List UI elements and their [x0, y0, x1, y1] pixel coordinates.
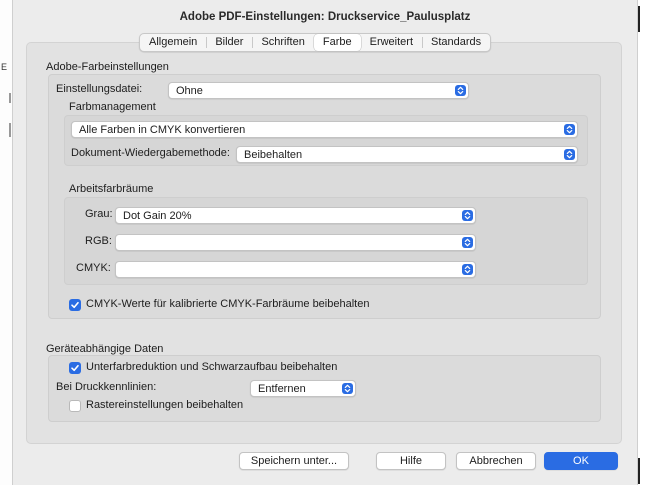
color-conversion-value: Alle Farben in CMYK konvertieren [79, 124, 246, 136]
chevron-up-down-icon [564, 124, 575, 135]
edge-mark [638, 6, 640, 32]
chevron-up-down-icon [462, 237, 473, 248]
settings-file-popup[interactable]: Ohne [168, 82, 469, 99]
edge-mark [9, 123, 11, 137]
chevron-up-down-icon [462, 210, 473, 221]
tab-schriften[interactable]: Schriften [252, 34, 313, 51]
edge-glyph: E [1, 62, 8, 72]
section-heading-working-spaces: Arbeitsfarbräume [69, 183, 154, 195]
background-window-edge-right [638, 0, 646, 485]
rgb-label: RGB: [85, 235, 112, 247]
gray-label: Grau: [85, 208, 113, 220]
pdf-settings-dialog: Adobe PDF-Einstellungen: Druckservice_Pa… [12, 0, 638, 485]
halftone-checkbox[interactable] [69, 400, 81, 412]
tab-erweitert[interactable]: Erweitert [361, 34, 422, 51]
rendering-intent-value: Beibehalten [244, 149, 303, 161]
edge-mark [638, 458, 640, 484]
ucr-label: Unterfarbreduktion und Schwarzaufbau bei… [86, 361, 338, 373]
chevron-up-down-icon [564, 149, 575, 160]
rendering-intent-label: Dokument-Wiedergabemethode: [71, 147, 230, 159]
halftone-label: Rastereinstellungen beibehalten [86, 399, 244, 411]
color-conversion-popup[interactable]: Alle Farben in CMYK konvertieren [71, 121, 578, 138]
checkmark-icon [71, 301, 79, 309]
chevron-up-down-icon [342, 383, 353, 394]
cmyk-space-popup[interactable] [115, 261, 476, 278]
rgb-space-popup[interactable] [115, 234, 476, 251]
cancel-button[interactable]: Abbrechen [456, 452, 536, 470]
section-heading-device-data: Geräteabhängige Daten [46, 343, 164, 355]
color-settings-group: Einstellungsdatei: Ohne Farbmanagement A… [48, 74, 601, 319]
chevron-up-down-icon [462, 264, 473, 275]
device-data-group: Unterfarbreduktion und Schwarzaufbau bei… [48, 355, 601, 422]
tab-content-panel: Adobe-Farbeinstellungen Einstellungsdate… [26, 42, 622, 444]
settings-file-value: Ohne [176, 85, 203, 97]
preserve-cmyk-checkbox[interactable] [69, 299, 81, 311]
transfer-label: Bei Druckkennlinien: [56, 381, 157, 393]
gray-space-popup[interactable]: Dot Gain 20% [115, 207, 476, 224]
working-spaces-group: Grau: Dot Gain 20% RGB: CMYK: [64, 197, 588, 285]
transfer-popup[interactable]: Entfernen [250, 380, 356, 397]
preserve-cmyk-label: CMYK-Werte für kalibrierte CMYK-Farbräum… [86, 298, 370, 310]
rendering-intent-popup[interactable]: Beibehalten [236, 146, 578, 163]
gray-space-value: Dot Gain 20% [123, 210, 192, 222]
color-management-group: Alle Farben in CMYK konvertieren Dokumen… [64, 115, 588, 166]
tab-standards[interactable]: Standards [422, 34, 490, 51]
tab-bilder[interactable]: Bilder [206, 34, 252, 51]
checkmark-icon [71, 364, 79, 372]
transfer-value: Entfernen [258, 383, 306, 395]
settings-file-label: Einstellungsdatei: [56, 83, 143, 95]
edge-mark [9, 93, 11, 103]
tab-farbe[interactable]: Farbe [313, 34, 361, 51]
save-as-button[interactable]: Speichern unter... [239, 452, 349, 470]
chevron-up-down-icon [455, 85, 466, 96]
window-title: Adobe PDF-Einstellungen: Druckservice_Pa… [179, 11, 471, 23]
cmyk-label: CMYK: [76, 262, 111, 274]
tab-bar: Allgemein Bilder Schriften Farbe Erweite… [139, 33, 492, 52]
tab-allgemein[interactable]: Allgemein [140, 34, 206, 51]
help-button[interactable]: Hilfe [376, 452, 446, 470]
title-bar: Adobe PDF-Einstellungen: Druckservice_Pa… [13, 0, 637, 32]
section-heading-color-settings: Adobe-Farbeinstellungen [46, 61, 169, 73]
ok-button[interactable]: OK [544, 452, 618, 470]
ucr-checkbox[interactable] [69, 362, 81, 374]
section-heading-color-management: Farbmanagement [69, 101, 156, 113]
